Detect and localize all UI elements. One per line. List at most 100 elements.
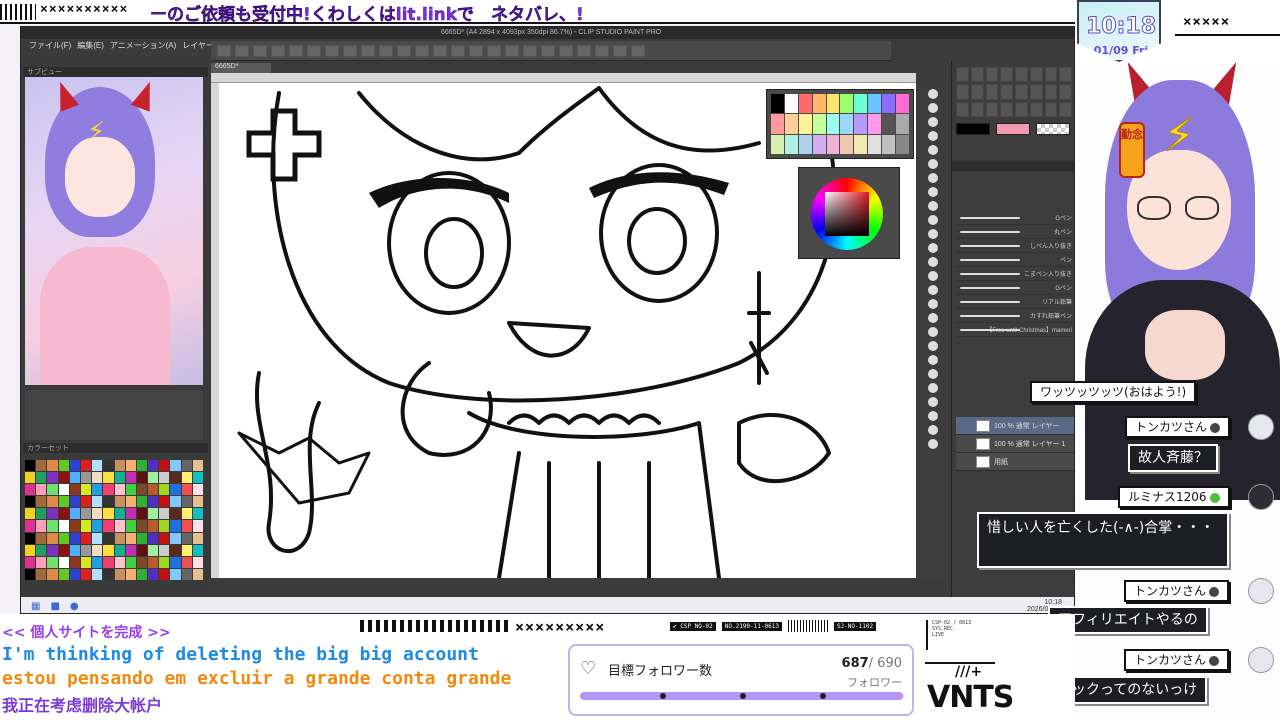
color-swatch[interactable] <box>103 544 114 556</box>
color-swatch[interactable] <box>125 508 136 520</box>
toolbar-button[interactable] <box>613 44 627 57</box>
color-swatch[interactable] <box>69 544 80 556</box>
color-swatch[interactable] <box>812 134 826 154</box>
color-swatch[interactable] <box>896 94 909 114</box>
color-swatch[interactable] <box>148 556 159 568</box>
color-swatch[interactable] <box>69 484 80 496</box>
color-swatch[interactable] <box>170 532 181 544</box>
color-swatch[interactable] <box>36 460 47 472</box>
color-swatch[interactable] <box>771 94 784 114</box>
brush-size-dot[interactable] <box>928 299 938 309</box>
color-swatch[interactable] <box>47 544 58 556</box>
color-swatch[interactable] <box>58 556 69 568</box>
color-swatch[interactable] <box>170 484 181 496</box>
color-swatch[interactable] <box>25 472 36 484</box>
color-swatch[interactable] <box>125 484 136 496</box>
color-swatch[interactable] <box>58 532 69 544</box>
brush-size-dot[interactable] <box>928 243 938 253</box>
toolbar-button[interactable] <box>379 44 393 57</box>
color-swatch[interactable] <box>36 544 47 556</box>
color-swatch[interactable] <box>114 496 125 508</box>
color-swatch[interactable] <box>771 134 784 154</box>
color-swatch[interactable] <box>80 460 92 472</box>
tool-button[interactable] <box>1029 101 1043 117</box>
color-swatch[interactable] <box>148 472 159 484</box>
color-swatch[interactable] <box>148 568 159 580</box>
brush-size-dot[interactable] <box>928 187 938 197</box>
color-swatch[interactable] <box>92 460 103 472</box>
brush-size-dot[interactable] <box>928 103 938 113</box>
toolbar-button[interactable] <box>307 44 321 57</box>
taskbar-app-icon[interactable]: ■ <box>50 601 59 612</box>
color-swatch[interactable] <box>58 484 69 496</box>
windows-start-icon[interactable]: ▦ <box>31 601 40 612</box>
color-swatch[interactable] <box>36 496 47 508</box>
color-swatch[interactable] <box>80 544 92 556</box>
color-swatch[interactable] <box>92 472 103 484</box>
color-swatch[interactable] <box>882 114 896 134</box>
color-swatch[interactable] <box>47 532 58 544</box>
color-swatch[interactable] <box>47 568 58 580</box>
color-swatch[interactable] <box>114 472 125 484</box>
color-swatch[interactable] <box>136 472 148 484</box>
toolbar-button[interactable] <box>271 44 285 57</box>
color-swatch[interactable] <box>58 508 69 520</box>
color-swatch[interactable] <box>103 520 114 532</box>
color-swatch[interactable] <box>103 556 114 568</box>
color-swatch[interactable] <box>58 544 69 556</box>
brush-size-dot[interactable] <box>928 215 938 225</box>
color-swatch[interactable] <box>58 520 69 532</box>
color-swatch[interactable] <box>136 532 148 544</box>
color-swatch[interactable] <box>80 508 92 520</box>
color-swatch[interactable] <box>80 496 92 508</box>
color-swatch[interactable] <box>192 556 203 568</box>
color-swatch[interactable] <box>868 134 882 154</box>
color-swatch[interactable] <box>47 460 58 472</box>
brush-size-dot[interactable] <box>928 145 938 155</box>
color-swatch[interactable] <box>114 556 125 568</box>
tool-button[interactable] <box>1015 84 1028 100</box>
tool-button[interactable] <box>956 84 969 100</box>
color-swatch[interactable] <box>69 532 80 544</box>
brush-size-dot[interactable] <box>928 257 938 267</box>
color-wheel[interactable] <box>811 178 883 250</box>
brush-size-dot[interactable] <box>928 397 938 407</box>
color-swatch[interactable] <box>58 496 69 508</box>
layer-row[interactable]: 用紙 <box>956 453 1074 471</box>
brush-item[interactable]: しぺん入り抜き <box>956 239 1074 253</box>
color-swatch[interactable] <box>36 472 47 484</box>
color-swatch[interactable] <box>159 472 170 484</box>
menu-item[interactable]: ファイル(F) <box>29 39 71 53</box>
tool-grid[interactable] <box>956 67 1072 117</box>
color-swatch[interactable] <box>159 544 170 556</box>
color-swatch[interactable] <box>125 556 136 568</box>
toolbar-button[interactable] <box>559 44 573 57</box>
color-swatch[interactable] <box>36 568 47 580</box>
color-swatch[interactable] <box>47 496 58 508</box>
layer-row[interactable]: 100 % 通常 レイヤー 1 <box>956 435 1074 453</box>
color-swatch[interactable] <box>25 508 36 520</box>
color-wheel-panel[interactable] <box>798 167 900 259</box>
brush-size-dot[interactable] <box>928 369 938 379</box>
tool-button[interactable] <box>1000 67 1013 83</box>
color-swatch[interactable] <box>181 484 192 496</box>
tool-button[interactable] <box>1015 101 1028 117</box>
brush-size-dot[interactable] <box>928 271 938 281</box>
color-swatch[interactable] <box>159 460 170 472</box>
brush-size-dot[interactable] <box>928 341 938 351</box>
color-swatch[interactable] <box>114 508 125 520</box>
toolbar-button[interactable] <box>577 44 591 57</box>
color-swatch[interactable] <box>181 496 192 508</box>
color-swatch[interactable] <box>192 460 203 472</box>
navigator-controls[interactable] <box>25 390 203 440</box>
color-swatch[interactable] <box>25 544 36 556</box>
tool-button[interactable] <box>1029 84 1043 100</box>
toolbar-button[interactable] <box>487 44 501 57</box>
color-swatch[interactable] <box>36 520 47 532</box>
color-swatch[interactable] <box>80 520 92 532</box>
brush-size-strip[interactable] <box>918 83 948 578</box>
color-swatch[interactable] <box>148 508 159 520</box>
color-swatch[interactable] <box>114 484 125 496</box>
color-swatch[interactable] <box>840 114 854 134</box>
color-swatch[interactable] <box>25 568 36 580</box>
